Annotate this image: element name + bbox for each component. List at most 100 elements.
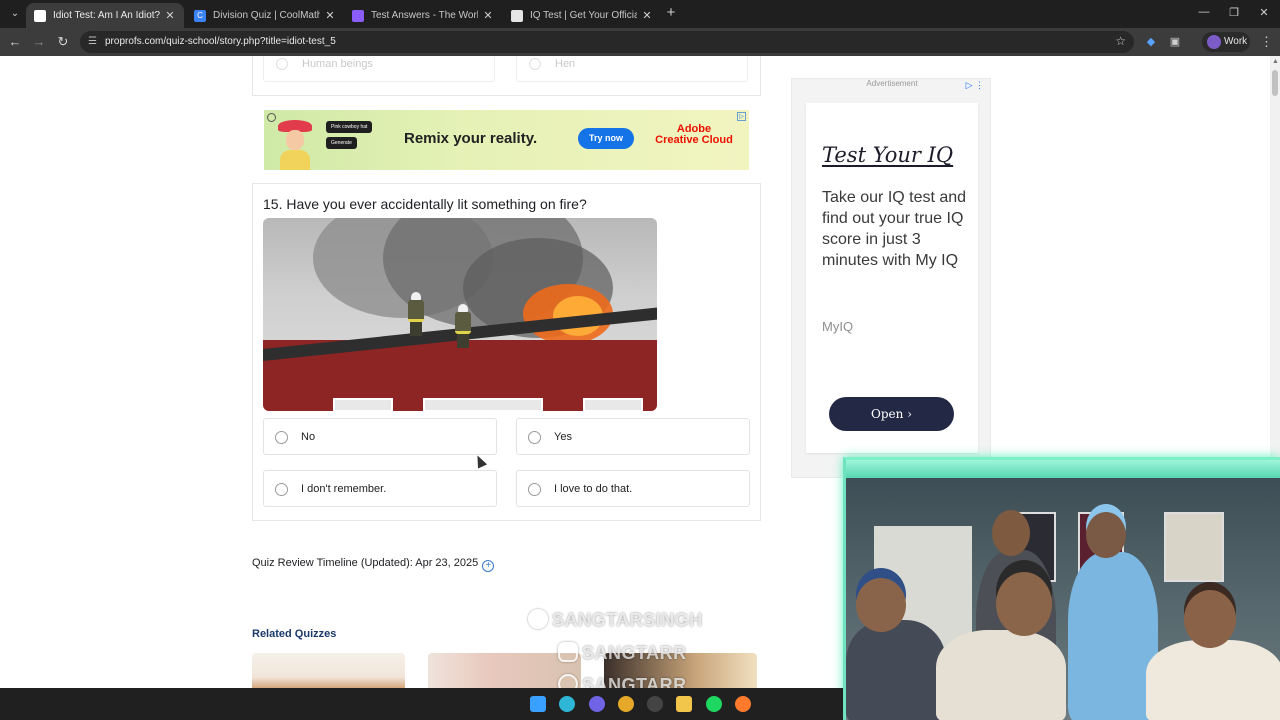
plus-circle-icon[interactable]: + xyxy=(482,560,495,572)
instagram-icon xyxy=(558,642,578,662)
open-button-label: Open xyxy=(871,407,904,421)
person-figure xyxy=(1068,552,1158,720)
tab-idiot-test[interactable]: Idiot Test: Am I An Idiot? Quiz - ✕ xyxy=(26,3,184,28)
url-text: proprofs.com/quiz-school/story.php?title… xyxy=(105,36,336,47)
radio-icon[interactable] xyxy=(528,483,541,496)
ad-card[interactable]: Test Your IQ Take our IQ test and find o… xyxy=(806,103,978,453)
firefox-icon[interactable] xyxy=(735,696,751,712)
radio-icon[interactable] xyxy=(275,483,288,496)
minimize-icon[interactable]: — xyxy=(1196,6,1212,18)
related-quiz-thumbnail[interactable] xyxy=(252,653,405,688)
watermark-text: SANGTARR xyxy=(582,675,687,688)
start-windows-icon[interactable] xyxy=(530,696,546,712)
edge-browser-icon[interactable] xyxy=(559,696,575,712)
question-card: 15. Have you ever accidentally lit somet… xyxy=(252,183,761,521)
ad-generate-chip: Generate xyxy=(326,137,357,149)
extension-shield-icon[interactable]: ◆ xyxy=(1144,35,1158,49)
new-tab-icon[interactable]: + xyxy=(664,5,678,20)
tab-iq-test[interactable]: IQ Test | Get Your Official IQ Sc ✕ xyxy=(503,3,661,28)
wall-poster xyxy=(1164,512,1224,582)
option-dont-remember[interactable]: I don't remember. xyxy=(263,470,497,507)
close-tab-icon[interactable]: ✕ xyxy=(641,9,653,22)
firefighter-figure xyxy=(408,292,424,336)
reload-icon[interactable]: ↻ xyxy=(55,34,71,50)
ad-prompt-chip: Pink cowboy hat xyxy=(326,121,373,133)
option-human-beings[interactable]: Human beings xyxy=(263,56,495,82)
file-explorer-icon[interactable] xyxy=(676,696,692,712)
close-tab-icon[interactable]: ✕ xyxy=(324,9,336,22)
extensions-puzzle-icon[interactable]: ▣ xyxy=(1168,35,1182,49)
webcam-overlay xyxy=(843,457,1280,720)
option-hen[interactable]: Hen xyxy=(516,56,748,82)
ad-advertiser: MyIQ xyxy=(822,319,854,334)
spotify-icon[interactable] xyxy=(706,696,722,712)
chevron-right-icon: › xyxy=(907,407,912,421)
ad-choices-icon[interactable]: ▷ ⋮ xyxy=(966,80,984,91)
watermark-tiktok: SANGTARSINGH xyxy=(528,609,703,631)
site-info-icon[interactable]: ☰ xyxy=(88,35,102,49)
proprofs-favicon-icon xyxy=(34,9,46,22)
maximize-icon[interactable]: ❐ xyxy=(1226,6,1242,19)
ad-person-image xyxy=(276,116,314,170)
ad-open-button[interactable]: Open › xyxy=(829,397,954,431)
option-label: I don't remember. xyxy=(301,483,387,495)
scroll-thumb[interactable] xyxy=(1272,70,1278,96)
discord-icon[interactable] xyxy=(589,696,605,712)
profile-label: Work xyxy=(1224,36,1248,47)
timeline-text: Quiz Review Timeline (Updated): Apr 23, … xyxy=(252,557,479,569)
tab-division-quiz[interactable]: C Division Quiz | CoolMath4Kids ✕ xyxy=(186,3,344,28)
radio-icon[interactable] xyxy=(275,431,288,444)
test-answers-favicon-icon xyxy=(352,9,364,22)
option-label: Hen xyxy=(555,58,576,70)
radio-icon xyxy=(529,58,541,70)
watermark-instagram: SANGTARR xyxy=(558,642,687,664)
bookmark-star-icon[interactable]: ☆ xyxy=(1115,34,1126,48)
radio-icon[interactable] xyxy=(528,431,541,444)
ad-headline: Remix your reality. xyxy=(404,130,538,147)
previous-question-card: Human beings Hen xyxy=(252,56,761,96)
brand-line-2: Creative Cloud xyxy=(655,134,733,146)
advertisement-label: Advertisement xyxy=(866,79,918,88)
option-label: Human beings xyxy=(302,58,373,70)
watermark-text: SANGTARSINGH xyxy=(552,610,703,630)
ad-headline[interactable]: Test Your IQ xyxy=(822,143,953,167)
question-title: 15. Have you ever accidentally lit somet… xyxy=(263,196,587,212)
avatar xyxy=(1207,35,1221,49)
tab-strip: ⌄ Idiot Test: Am I An Idiot? Quiz - ✕ C … xyxy=(0,0,1280,28)
coolmath-favicon-icon: C xyxy=(194,9,206,22)
side-advertisement[interactable]: Advertisement ▷ ⋮ Test Your IQ Take our … xyxy=(791,78,991,478)
scroll-up-icon[interactable]: ▲ xyxy=(1272,58,1279,65)
close-tab-icon[interactable]: ✕ xyxy=(164,9,176,22)
question-image xyxy=(263,218,657,411)
profile-button[interactable]: Work xyxy=(1202,32,1250,52)
option-no[interactable]: No xyxy=(263,418,497,455)
option-love-to-do-that[interactable]: I love to do that. xyxy=(516,470,750,507)
option-label: I love to do that. xyxy=(554,483,633,495)
forward-icon[interactable]: → xyxy=(31,34,47,50)
ad-close-icon[interactable]: ▷ xyxy=(737,112,746,121)
address-bar[interactable]: ☰ proprofs.com/quiz-school/story.php?tit… xyxy=(80,31,1134,53)
tab-search-icon[interactable]: ⌄ xyxy=(6,6,24,22)
tab-test-answers[interactable]: Test Answers - The World's Mo ✕ xyxy=(344,3,502,28)
ad-try-now-button[interactable]: Try now xyxy=(578,128,634,149)
option-yes[interactable]: Yes xyxy=(516,418,750,455)
tiktok-icon xyxy=(528,609,548,629)
browser-menu-icon[interactable]: ⋮ xyxy=(1260,34,1273,50)
back-icon[interactable]: ← xyxy=(7,34,23,50)
chrome-icon[interactable] xyxy=(618,696,634,712)
tab-title: Idiot Test: Am I An Idiot? Quiz - xyxy=(53,10,160,21)
person-figure xyxy=(1146,640,1280,720)
close-window-icon[interactable]: ✕ xyxy=(1256,6,1272,19)
adobe-banner-ad[interactable]: Pink cowboy hat Generate Remix your real… xyxy=(264,110,749,170)
tab-title: Division Quiz | CoolMath4Kids xyxy=(213,10,320,21)
person-figure xyxy=(936,630,1066,720)
radio-icon xyxy=(276,58,288,70)
firefighter-figure xyxy=(455,304,471,348)
close-tab-icon[interactable]: ✕ xyxy=(482,9,494,22)
led-strip xyxy=(846,460,1280,478)
ad-choices-icon[interactable] xyxy=(267,113,276,122)
obs-icon[interactable] xyxy=(647,696,663,712)
watermark-text: SANGTARR xyxy=(582,643,687,663)
ad-brand-logo: Adobe Creative Cloud xyxy=(648,124,740,146)
ad-body-text: Take our IQ test and find out your true … xyxy=(822,189,967,269)
